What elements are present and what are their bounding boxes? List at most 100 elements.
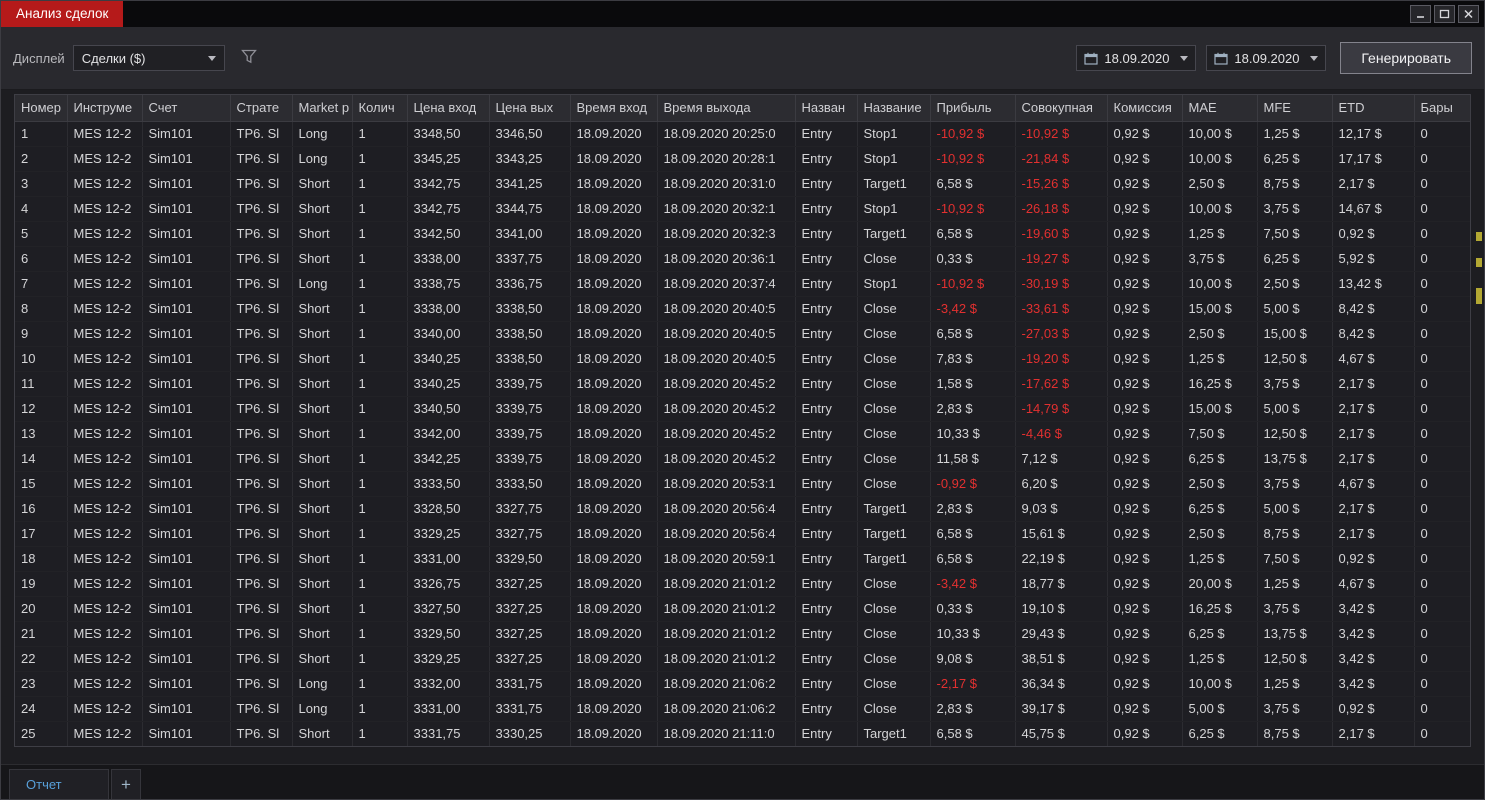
table-cell: 1 [352,521,408,547]
table-cell: 18.09.2020 20:36:1 [657,246,796,272]
table-cell: 0 [1414,546,1470,572]
table-cell: Long [292,671,353,697]
table-row[interactable]: 15 MES 12-2 Sim101 TP6. Sl Short 1 3333,50 3333… [15,471,1470,497]
table-row[interactable]: 23 MES 12-2 Sim101 TP6. Sl Long 1 3332,00 3331,… [15,671,1470,697]
table-row[interactable]: 24 MES 12-2 Sim101 TP6. Sl Long 1 3331,00 3331,… [15,696,1470,722]
display-select[interactable]: Сделки ($) [72,45,225,71]
tab-report[interactable]: Отчет [9,769,109,799]
column-header[interactable]: Колич [352,95,408,122]
table-cell: 2,17 $ [1332,371,1415,397]
table-cell: 3346,50 [489,121,571,147]
table-cell: 1 [352,321,408,347]
table-row[interactable]: 21 MES 12-2 Sim101 TP6. Sl Short 1 3329,50 3327… [15,621,1470,647]
table-row[interactable]: 19 MES 12-2 Sim101 TP6. Sl Short 1 3326,75 3327… [15,571,1470,597]
table-cell: 1,25 $ [1257,671,1333,697]
column-header[interactable]: ETD [1332,95,1415,122]
maximize-icon [1439,9,1450,19]
table-cell: 0 [1414,321,1470,347]
table-cell: Entry [795,446,858,472]
column-header[interactable]: Время вход [570,95,658,122]
column-header[interactable]: Инструме [67,95,143,122]
table-row[interactable]: 14 MES 12-2 Sim101 TP6. Sl Short 1 3342,25 3339… [15,446,1470,472]
table-row[interactable]: 6 MES 12-2 Sim101 TP6. Sl Short 1 3338,00 3337,… [15,246,1470,272]
table-cell: 18.09.2020 [570,221,658,247]
table-cell: Sim101 [142,471,231,497]
column-header[interactable]: Номер [15,95,68,122]
table-cell: 3339,75 [489,421,571,447]
minimize-button[interactable] [1410,5,1431,23]
table-cell: 3,75 $ [1257,596,1333,622]
column-header[interactable]: Цена вых [489,95,571,122]
table-cell: 22,19 $ [1015,546,1108,572]
table-row[interactable]: 4 MES 12-2 Sim101 TP6. Sl Short 1 3342,75 3344,… [15,196,1470,222]
column-header[interactable]: Счет [142,95,231,122]
table-cell: 3328,50 [407,496,490,522]
table-row[interactable]: 10 MES 12-2 Sim101 TP6. Sl Short 1 3340,25 3338… [15,346,1470,372]
column-header[interactable]: Название [857,95,931,122]
table-cell: Short [292,396,353,422]
table-cell: Close [857,371,931,397]
close-button[interactable] [1458,5,1479,23]
table-cell: 0 [1414,671,1470,697]
table-cell: MES 12-2 [67,371,143,397]
column-header[interactable]: MFE [1257,95,1333,122]
table-row[interactable]: 8 MES 12-2 Sim101 TP6. Sl Short 1 3338,00 3338,… [15,296,1470,322]
table-cell: 45,75 $ [1015,721,1108,746]
maximize-button[interactable] [1434,5,1455,23]
table-row[interactable]: 7 MES 12-2 Sim101 TP6. Sl Long 1 3338,75 3336,7… [15,271,1470,297]
table-row[interactable]: 11 MES 12-2 Sim101 TP6. Sl Short 1 3340,25 3339… [15,371,1470,397]
table-cell: 18.09.2020 [570,696,658,722]
column-header[interactable]: MAE [1182,95,1258,122]
table-cell: Sim101 [142,446,231,472]
table-row[interactable]: 16 MES 12-2 Sim101 TP6. Sl Short 1 3328,50 3327… [15,496,1470,522]
table-row[interactable]: 3 MES 12-2 Sim101 TP6. Sl Short 1 3342,75 3341,… [15,171,1470,197]
table-row[interactable]: 12 MES 12-2 Sim101 TP6. Sl Short 1 3340,50 3339… [15,396,1470,422]
table-row[interactable]: 18 MES 12-2 Sim101 TP6. Sl Short 1 3331,00 3329… [15,546,1470,572]
table-row[interactable]: 22 MES 12-2 Sim101 TP6. Sl Short 1 3329,25 3327… [15,646,1470,672]
table-cell: 3331,00 [407,696,490,722]
table-cell: 3333,50 [407,471,490,497]
table-cell: 10,33 $ [930,621,1016,647]
generate-button[interactable]: Генерировать [1340,42,1472,74]
table-row[interactable]: 17 MES 12-2 Sim101 TP6. Sl Short 1 3329,25 3327… [15,521,1470,547]
date-to-picker[interactable]: 18.09.2020 [1206,45,1327,71]
table-cell: Sim101 [142,621,231,647]
add-tab-button[interactable]: + [111,769,141,799]
table-row[interactable]: 5 MES 12-2 Sim101 TP6. Sl Short 1 3342,50 3341,… [15,221,1470,247]
table-row[interactable]: 2 MES 12-2 Sim101 TP6. Sl Long 1 3345,25 3343,2… [15,146,1470,172]
column-header[interactable]: Назван [795,95,858,122]
column-header[interactable]: Прибыль [930,95,1016,122]
table-row[interactable]: 1 MES 12-2 Sim101 TP6. Sl Long 1 3348,50 3346,5… [15,121,1470,147]
table-cell: 1 [352,546,408,572]
date-from-picker[interactable]: 18.09.2020 [1076,45,1197,71]
column-header[interactable]: Комиссия [1107,95,1183,122]
column-header[interactable]: Цена вход [407,95,490,122]
table-cell: 6,25 $ [1182,721,1258,746]
table-cell: TP6. Sl [230,246,293,272]
table-cell: 1 [352,121,408,147]
column-header[interactable]: Время выхода [657,95,796,122]
table-row[interactable]: 25 MES 12-2 Sim101 TP6. Sl Short 1 3331,75 3330… [15,721,1470,746]
table-cell: MES 12-2 [67,496,143,522]
column-header[interactable]: Страте [230,95,293,122]
filter-button[interactable] [239,47,259,69]
table-cell: 9,03 $ [1015,496,1108,522]
table-cell: 6 [15,246,68,272]
table-cell: 23 [15,671,68,697]
scroll-marker [1476,288,1482,304]
table-cell: 18.09.2020 [570,571,658,597]
table-cell: 17,17 $ [1332,146,1415,172]
column-header[interactable]: Market p [292,95,353,122]
table-row[interactable]: 13 MES 12-2 Sim101 TP6. Sl Short 1 3342,00 3339… [15,421,1470,447]
table-cell: Short [292,296,353,322]
table-row[interactable]: 20 MES 12-2 Sim101 TP6. Sl Short 1 3327,50 3327… [15,596,1470,622]
chevron-down-icon [1180,55,1189,61]
table-cell: 0,92 $ [1107,496,1183,522]
column-header[interactable]: Совокупная [1015,95,1108,122]
table-cell: 3340,25 [407,346,490,372]
table-cell: 0,92 $ [1107,196,1183,222]
table-cell: MES 12-2 [67,321,143,347]
table-row[interactable]: 9 MES 12-2 Sim101 TP6. Sl Short 1 3340,00 3338,… [15,321,1470,347]
column-header[interactable]: Бары [1414,95,1470,122]
table-cell: MES 12-2 [67,596,143,622]
